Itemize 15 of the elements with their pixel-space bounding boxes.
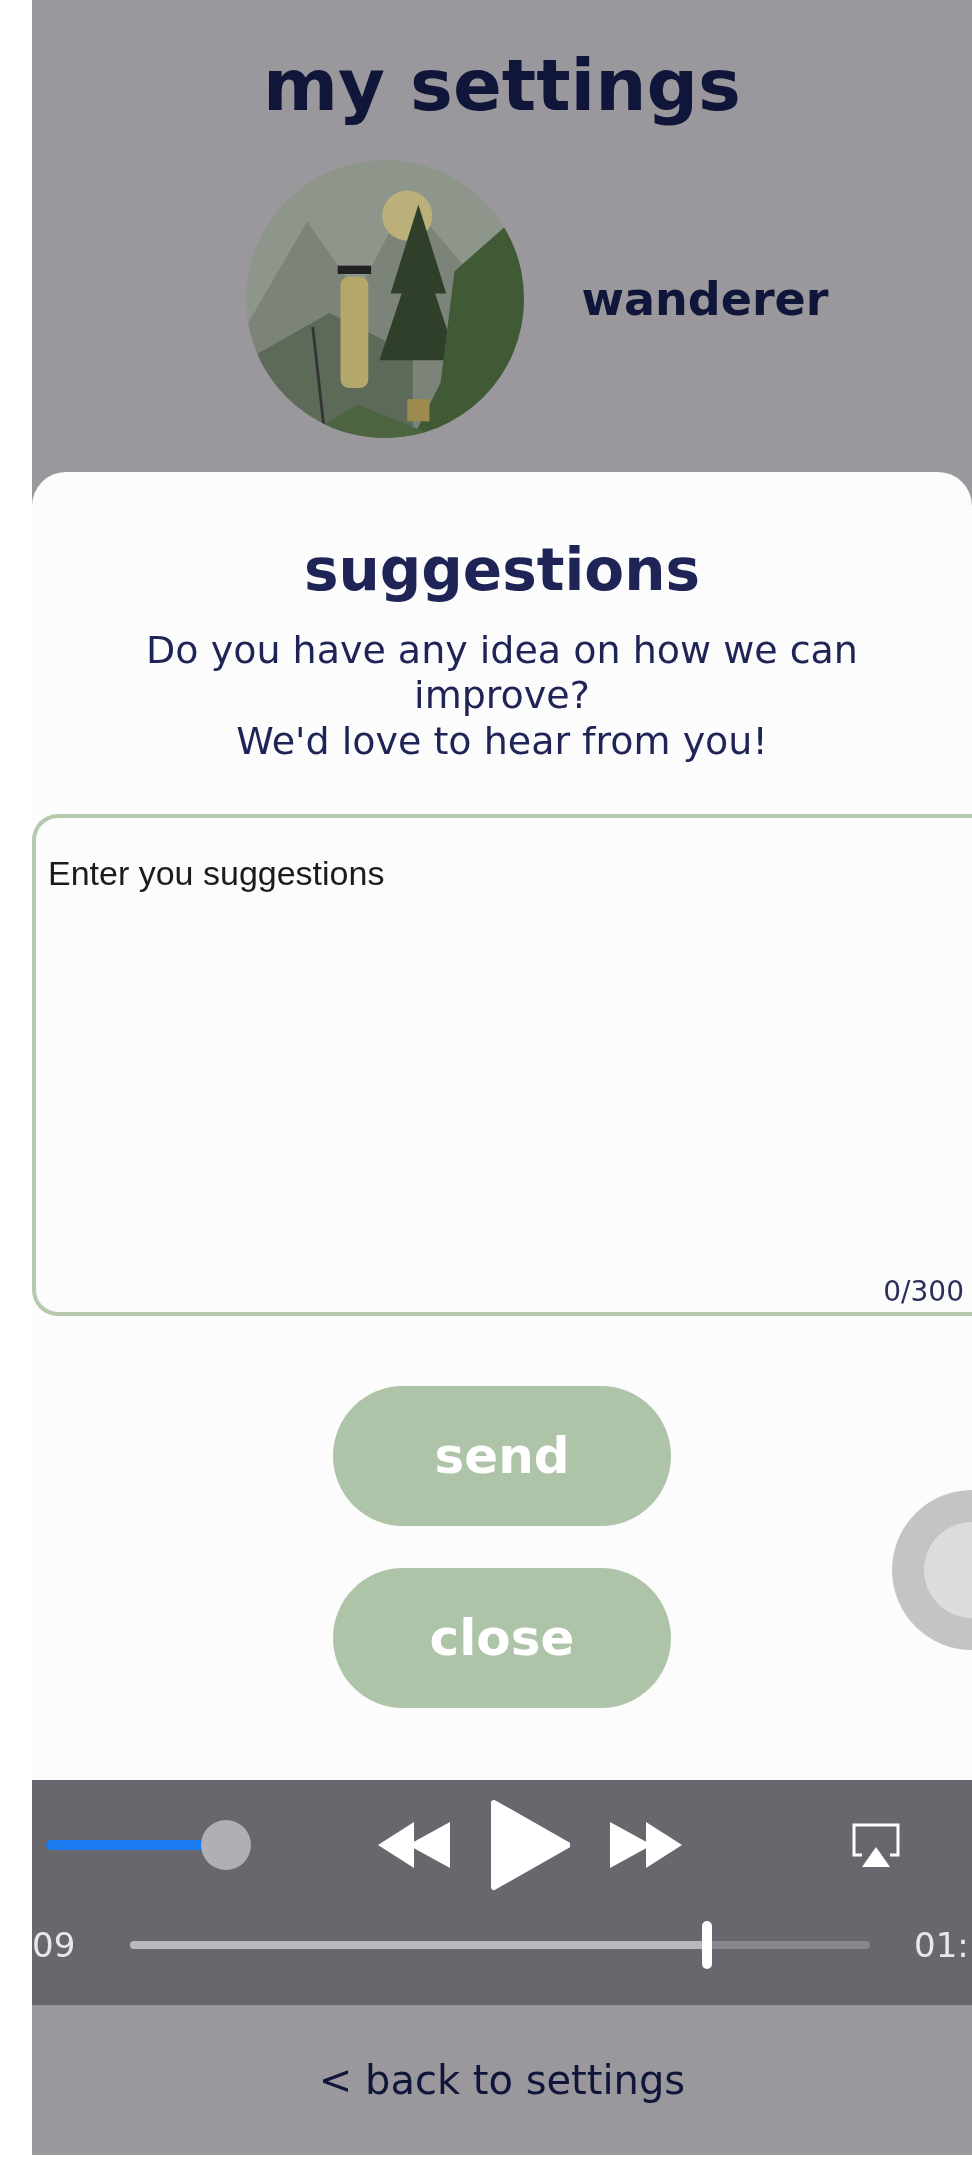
page-title: my settings [263,42,741,129]
play-icon[interactable] [490,1799,570,1891]
airplay-icon[interactable] [850,1821,902,1869]
progress-slider[interactable] [130,1921,870,1969]
dialog-title: suggestions [304,536,700,606]
character-counter: 0/300 [883,1275,964,1309]
remaining-time: 01: [914,1925,969,1965]
send-button[interactable]: send [333,1386,671,1527]
rewind-icon[interactable] [378,1822,450,1868]
elapsed-time: 09 [32,1925,77,1965]
fast-forward-icon[interactable] [610,1822,682,1868]
back-link[interactable]: < back to settings [318,2057,686,2103]
username: wanderer [581,272,829,326]
dialog-message: Do you have any idea on how we can improve? We'd love to hear from you! [145,627,859,765]
close-button[interactable]: close [333,1568,671,1709]
